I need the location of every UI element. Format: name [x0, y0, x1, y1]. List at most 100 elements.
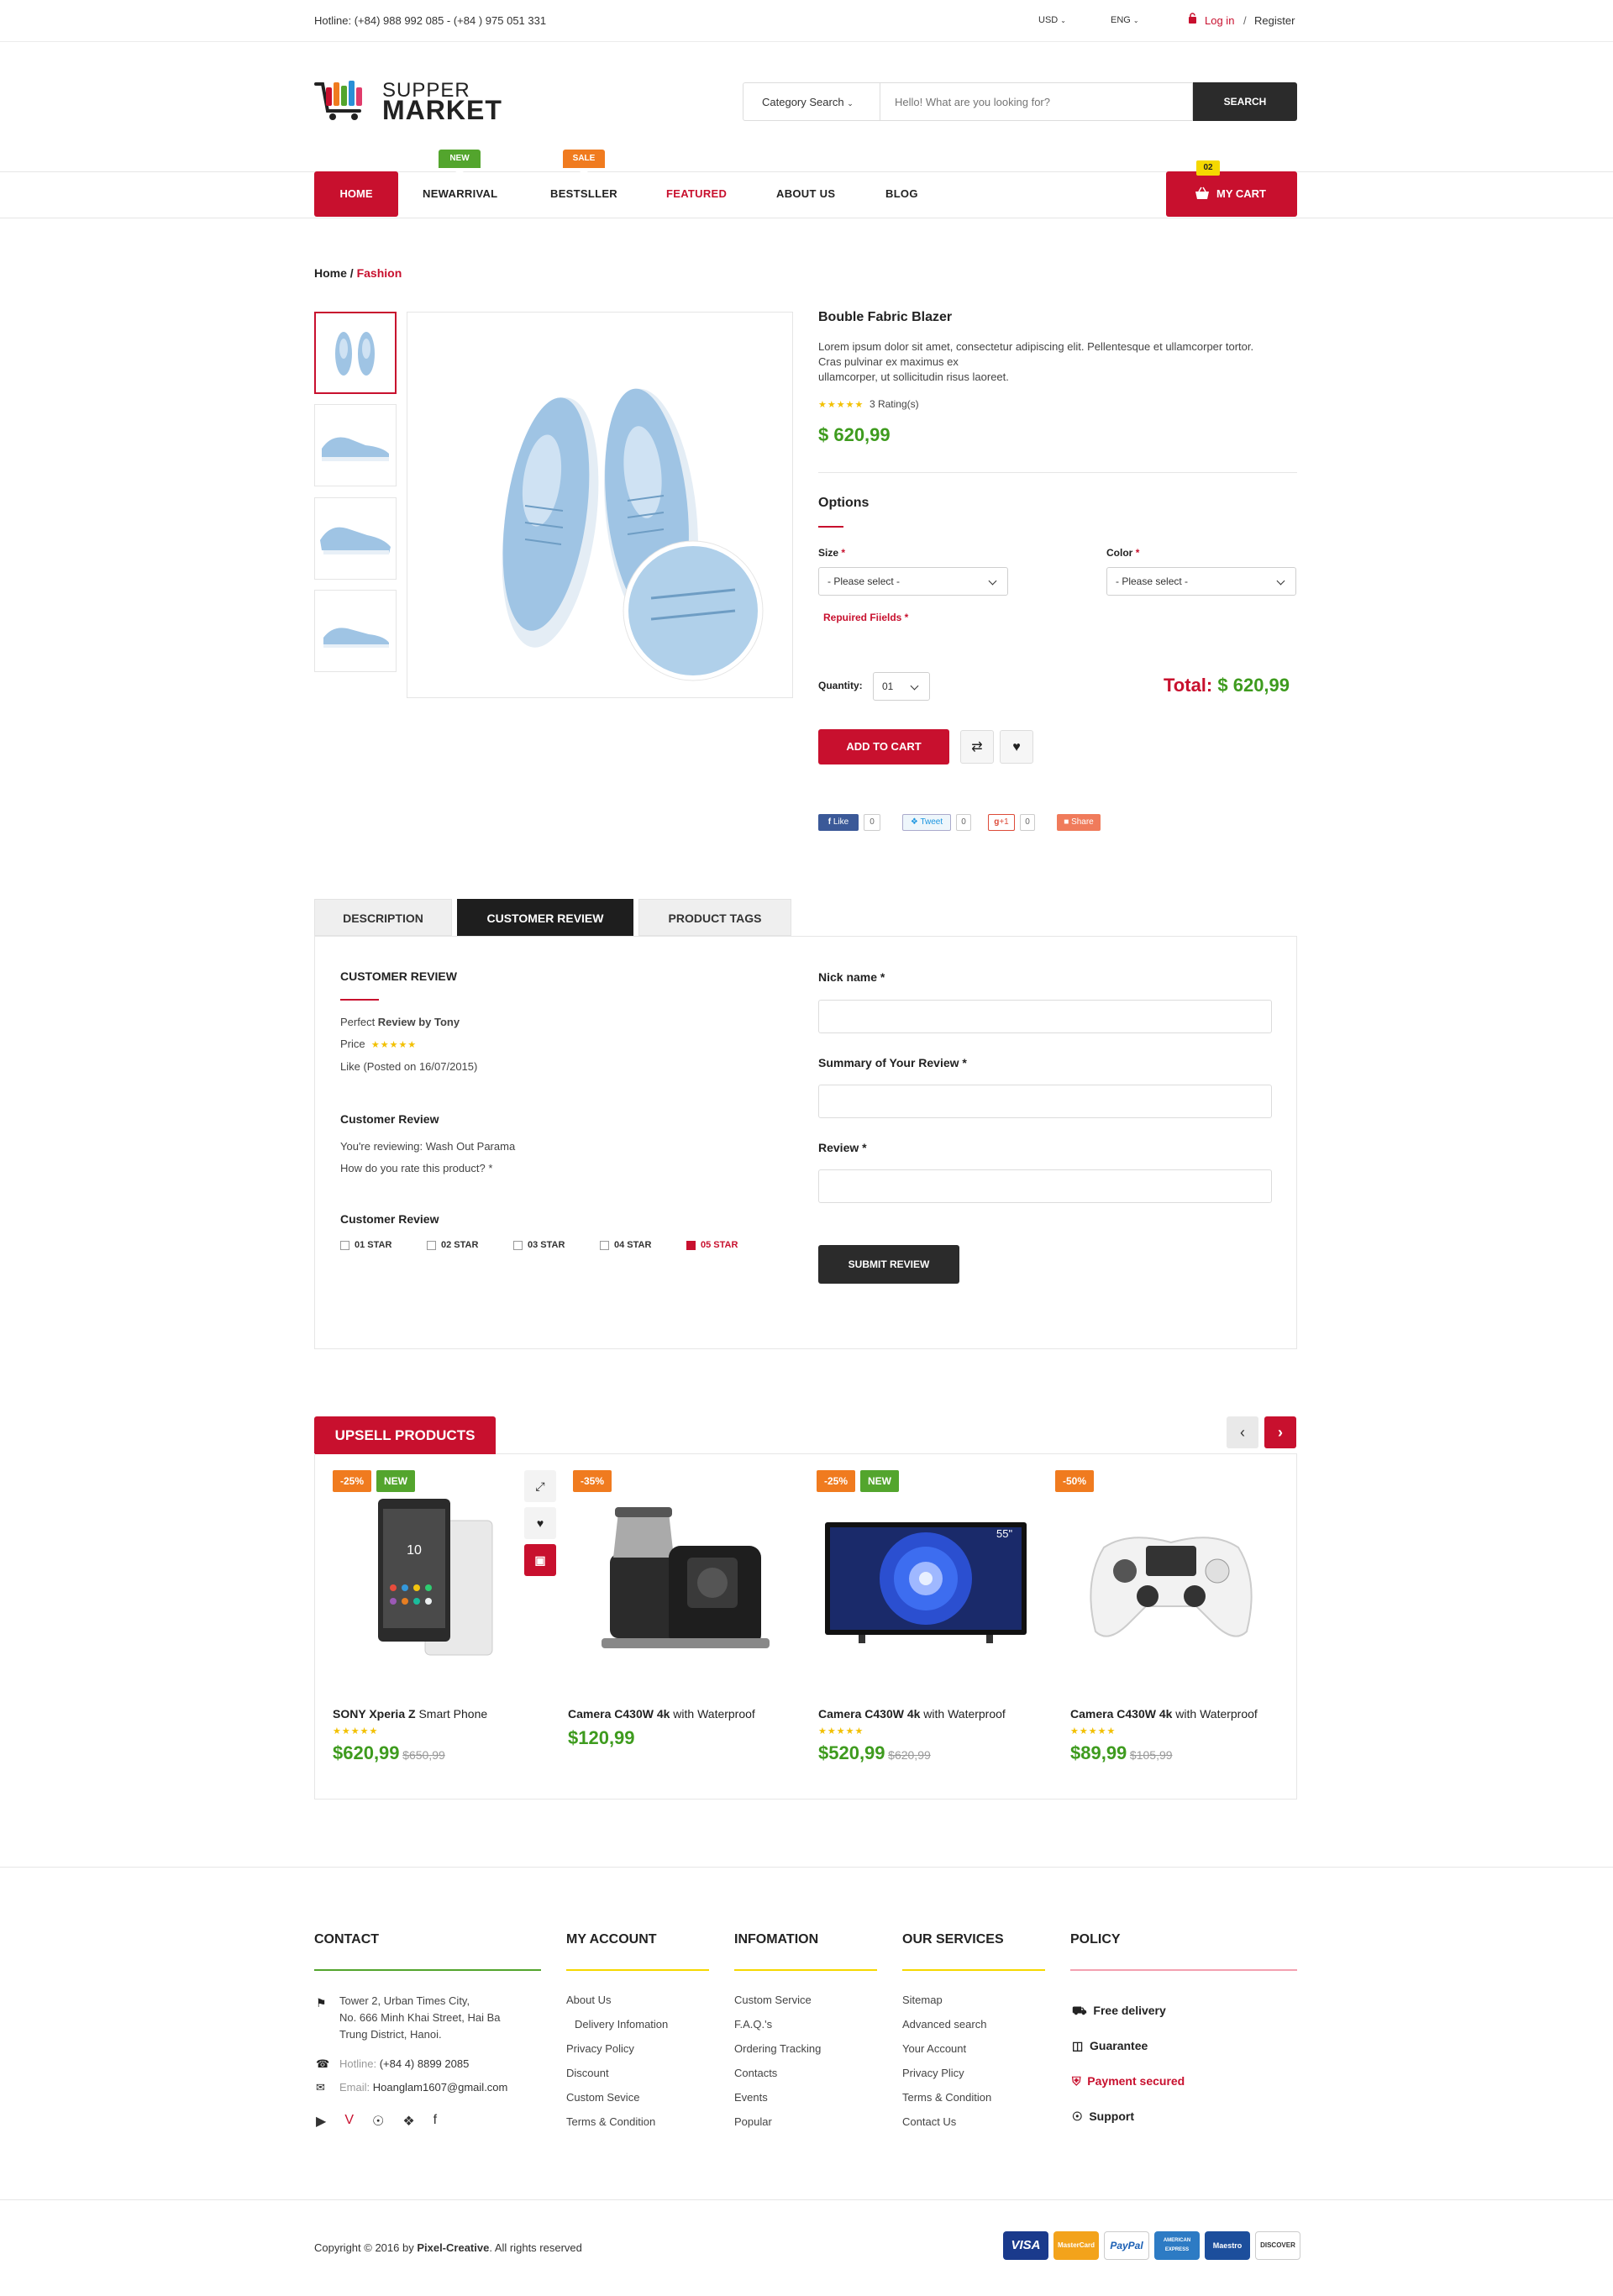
- product-thumbnail[interactable]: [314, 404, 397, 486]
- star-option[interactable]: 03 STAR: [513, 1240, 565, 1250]
- submit-review-button[interactable]: SUBMIT REVIEW: [818, 1245, 959, 1284]
- nav-about-us[interactable]: ABOUT US: [776, 187, 835, 200]
- youtube-icon[interactable]: ▶: [316, 2113, 326, 2130]
- upsell-product-card[interactable]: -50% Camera C430W 4k with Waterproof ★★★…: [1055, 1470, 1282, 1789]
- login-link[interactable]: Log in: [1205, 14, 1234, 27]
- summary-input[interactable]: [818, 1085, 1272, 1118]
- dribbble-icon[interactable]: ☉: [372, 2113, 384, 2130]
- footer-link[interactable]: Popular: [734, 2109, 821, 2134]
- hotline-text: Hotline: (+84) 988 992 085 - (+84 ) 975 …: [314, 14, 547, 27]
- product-name: Camera C430W 4k with Waterproof: [568, 1707, 755, 1721]
- size-label: Size *: [818, 547, 846, 559]
- search-button[interactable]: SEARCH: [1193, 82, 1297, 121]
- address-line: Tower 2, Urban Times City,: [339, 1994, 470, 2007]
- color-label: Color *: [1106, 547, 1140, 559]
- product-main-image[interactable]: [407, 312, 793, 698]
- footer-link[interactable]: Custom Service: [734, 1988, 821, 2012]
- footer-link[interactable]: Discount: [566, 2061, 668, 2085]
- lock-icon: [1188, 13, 1198, 24]
- footer-link[interactable]: Custom Sevice: [566, 2085, 668, 2109]
- product-thumbnail[interactable]: [314, 497, 397, 580]
- tab-description[interactable]: DESCRIPTION: [314, 899, 452, 936]
- footer-account-underline: [566, 1969, 709, 1971]
- star-option[interactable]: 04 STAR: [600, 1240, 651, 1250]
- footer-email: Email: Hoanglam1607@gmail.com: [339, 2081, 508, 2094]
- footer-link[interactable]: Ordering Tracking: [734, 2036, 821, 2061]
- upsell-product-card[interactable]: -35% Camera C430W 4k with Waterproof $12…: [568, 1470, 795, 1789]
- footer-link[interactable]: Events: [734, 2085, 821, 2109]
- tab-customer-review[interactable]: CUSTOMER REVIEW: [457, 899, 633, 936]
- nav-newarrival[interactable]: NEWARRIVAL: [423, 187, 497, 200]
- star-option[interactable]: 02 STAR: [427, 1240, 478, 1250]
- cart-label: MY CART: [1216, 187, 1266, 200]
- footer-link[interactable]: Privacy Plicy: [902, 2061, 991, 2085]
- vine-icon[interactable]: V: [344, 2113, 354, 2130]
- add-to-cart-button[interactable]: ▣: [524, 1544, 556, 1576]
- heart-icon: ♥: [536, 1516, 544, 1530]
- nav-featured[interactable]: FEATURED: [666, 187, 727, 200]
- currency-select[interactable]: USD ⌄: [1038, 15, 1066, 25]
- rating-count[interactable]: 3 Rating(s): [870, 398, 919, 410]
- color-select[interactable]: - Please select -: [1106, 567, 1296, 596]
- visa-card-icon: VISA: [1003, 2231, 1048, 2260]
- product-rating: ★★★★★ 3 Rating(s): [818, 397, 919, 410]
- footer-link[interactable]: Advanced search: [902, 2012, 991, 2036]
- my-cart-button[interactable]: MY CART: [1166, 171, 1297, 217]
- nick-name-input[interactable]: [818, 1000, 1272, 1033]
- product-thumbnail[interactable]: [314, 590, 397, 672]
- copyright-text: Copyright © 2016 by Pixel-Creative. All …: [314, 2241, 582, 2254]
- prev-arrow-button[interactable]: ‹: [1227, 1416, 1258, 1448]
- review-textarea[interactable]: [818, 1169, 1272, 1203]
- policy-item-active[interactable]: ⛨ Payment secured: [1072, 2063, 1185, 2099]
- product-price: $120,99: [568, 1727, 635, 1748]
- policy-item[interactable]: ◫ Guarantee: [1072, 2028, 1185, 2063]
- upsell-product-card[interactable]: -25% NEW 10 ⤢ ♥ ▣ SONY Xperia Z Smart Ph…: [333, 1470, 560, 1789]
- footer-link[interactable]: Your Account: [902, 2036, 991, 2061]
- size-select[interactable]: - Please select -: [818, 567, 1008, 596]
- share-button[interactable]: ■ Share: [1057, 814, 1101, 831]
- next-arrow-button[interactable]: ›: [1264, 1416, 1296, 1448]
- facebook-icon[interactable]: f: [433, 2113, 437, 2130]
- logo-cart-icon[interactable]: [314, 74, 365, 121]
- product-price: $520,99: [818, 1742, 885, 1763]
- star-option[interactable]: 01 STAR: [340, 1240, 391, 1250]
- breadcrumb-home[interactable]: Home: [314, 266, 347, 280]
- login-separator: /: [1243, 14, 1247, 27]
- star-option-selected[interactable]: 05 STAR: [686, 1240, 738, 1250]
- search-input[interactable]: [895, 92, 1180, 112]
- facebook-like-button[interactable]: f Like: [818, 814, 859, 831]
- product-price-row: $520,99 $620,99: [818, 1742, 931, 1764]
- nav-blog[interactable]: BLOG: [885, 187, 918, 200]
- tweet-button[interactable]: ❖ Tweet: [902, 814, 951, 831]
- footer-link[interactable]: Contact Us: [902, 2109, 991, 2134]
- twitter-icon[interactable]: ❖: [402, 2113, 414, 2130]
- footer-link[interactable]: Contacts: [734, 2061, 821, 2085]
- compare-button[interactable]: ⇄: [960, 730, 994, 764]
- nav-bestseller[interactable]: BESTSLLER: [550, 187, 617, 200]
- language-select[interactable]: ENG ⌄: [1111, 15, 1139, 25]
- footer-link[interactable]: Terms & Condition: [902, 2085, 991, 2109]
- product-name: Camera C430W 4k with Waterproof: [818, 1707, 1006, 1721]
- product-thumbnail[interactable]: [314, 312, 397, 394]
- register-link[interactable]: Register: [1254, 14, 1295, 27]
- footer-link[interactable]: Sitemap: [902, 1988, 991, 2012]
- tab-product-tags[interactable]: PRODUCT TAGS: [638, 899, 791, 936]
- policy-item[interactable]: ⛟ Free delivery: [1072, 1993, 1185, 2028]
- quantity-select[interactable]: 01: [873, 672, 930, 701]
- wishlist-button[interactable]: ♥: [524, 1507, 556, 1539]
- category-search-dropdown[interactable]: Category Search ⌄: [762, 96, 854, 108]
- google-plus-button[interactable]: g+1: [988, 814, 1015, 831]
- wishlist-button[interactable]: ♥: [1000, 730, 1033, 764]
- footer-link[interactable]: Privacy Policy: [566, 2036, 668, 2061]
- nav-home[interactable]: HOME: [314, 171, 398, 217]
- footer-link[interactable]: Terms & Condition: [566, 2109, 668, 2134]
- quickview-button[interactable]: ⤢: [524, 1470, 556, 1502]
- footer-link[interactable]: F.A.Q.'s: [734, 2012, 821, 2036]
- policy-item[interactable]: ☉ Support: [1072, 2099, 1185, 2134]
- add-to-cart-button[interactable]: ADD TO CART: [818, 729, 949, 764]
- upsell-product-card[interactable]: -25% NEW 55" Camera C430W 4k with Waterp…: [812, 1470, 1038, 1789]
- footer-link[interactable]: About Us: [566, 1988, 668, 2012]
- product-old-price: $620,99: [888, 1748, 931, 1762]
- footer-link-active[interactable]: Delivery Infomation: [566, 2012, 668, 2036]
- product-price-row: $120,99: [568, 1727, 635, 1749]
